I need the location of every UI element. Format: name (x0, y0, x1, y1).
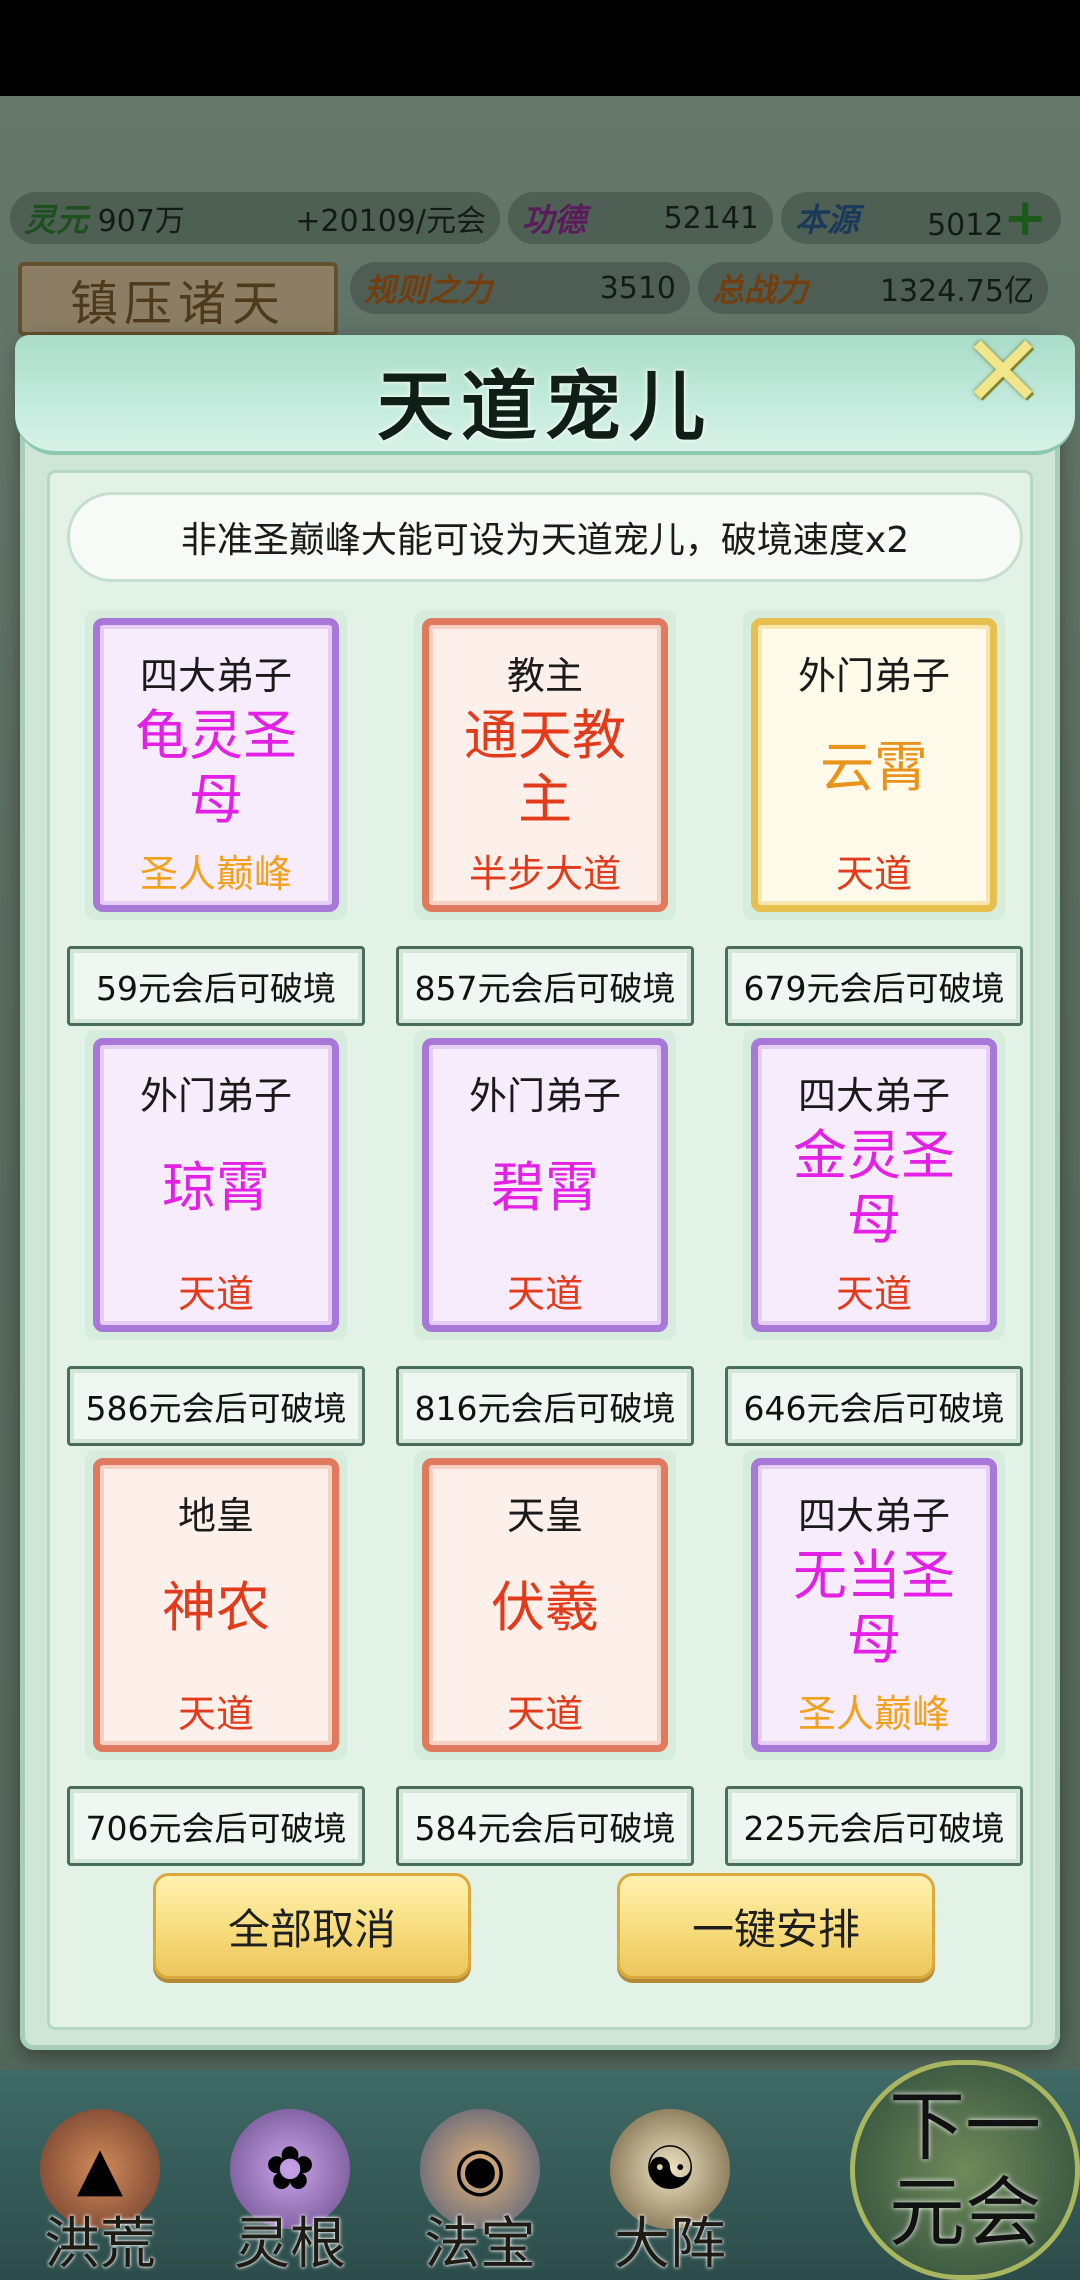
nav-label: 洪荒 (44, 2212, 156, 2277)
card-slot[interactable]: 外门弟子 琼霄 天道 586元会后可破境 (67, 1030, 365, 1450)
card-slot[interactable]: 教主 通天教主 半步大道 857元会后可破境 (396, 610, 694, 1030)
cancel-all-button[interactable]: 全部取消 (153, 1873, 471, 1979)
card-title: 外门弟子 (139, 1074, 292, 1118)
card-title: 地皇 (177, 1494, 254, 1538)
card-name: 伏羲 (491, 1576, 599, 1639)
card-level: 天道 (506, 1692, 583, 1736)
nav-dazhen[interactable]: ☯ 大阵 (580, 2090, 760, 2280)
card-slot[interactable]: 天皇 伏羲 天道 584元会后可破境 (396, 1450, 694, 1870)
breakthrough-time: 646元会后可破境 (725, 1366, 1023, 1446)
tiandao-dialog: 天道宠儿 ✕ 非准圣巅峰大能可设为天道宠儿，破境速度x2 四大弟子 龟灵圣母 圣… (15, 322, 1075, 2050)
card-frame: 四大弟子 无当圣母 圣人巅峰 (743, 1450, 1005, 1760)
breakthrough-time: 857元会后可破境 (396, 946, 694, 1026)
card-name: 龟灵圣母 (135, 704, 297, 831)
card-name: 无当圣母 (793, 1544, 955, 1671)
card-frame: 地皇 神农 天道 (85, 1450, 347, 1760)
card-slot[interactable]: 四大弟子 龟灵圣母 圣人巅峰 59元会后可破境 (67, 610, 365, 1030)
breakthrough-time: 816元会后可破境 (396, 1366, 694, 1446)
next-label-line2: 元会 (889, 2168, 1041, 2257)
disciple-card[interactable]: 四大弟子 无当圣母 圣人巅峰 (751, 1458, 997, 1752)
card-slot[interactable]: 地皇 神农 天道 706元会后可破境 (67, 1450, 365, 1870)
card-title: 天皇 (506, 1494, 583, 1538)
status-bar (0, 0, 1080, 96)
card-name: 通天教主 (464, 704, 626, 831)
card-name: 金灵圣母 (793, 1124, 955, 1251)
card-frame: 外门弟子 琼霄 天道 (85, 1030, 347, 1340)
card-level: 天道 (835, 852, 912, 896)
card-frame: 四大弟子 金灵圣母 天道 (743, 1030, 1005, 1340)
card-frame: 天皇 伏羲 天道 (414, 1450, 676, 1760)
card-slot[interactable]: 外门弟子 碧霄 天道 816元会后可破境 (396, 1030, 694, 1450)
card-name: 云霄 (820, 736, 928, 799)
disciple-card[interactable]: 外门弟子 碧霄 天道 (422, 1038, 668, 1332)
nav-label: 法宝 (424, 2212, 536, 2277)
card-slot[interactable]: 四大弟子 金灵圣母 天道 646元会后可破境 (725, 1030, 1023, 1450)
disciple-card[interactable]: 地皇 神农 天道 (93, 1458, 339, 1752)
card-level: 天道 (835, 1272, 912, 1316)
disciple-card[interactable]: 外门弟子 琼霄 天道 (93, 1038, 339, 1332)
nav-honghuang[interactable]: ▲ 洪荒 (10, 2090, 190, 2280)
card-slot[interactable]: 外门弟子 云霄 天道 679元会后可破境 (725, 610, 1023, 1030)
nav-fabao[interactable]: ◉ 法宝 (390, 2090, 570, 2280)
next-label-line1: 下一 (889, 2082, 1041, 2171)
card-name: 神农 (162, 1576, 270, 1639)
nav-linggen[interactable]: ✿ 灵根 (200, 2090, 380, 2280)
card-frame: 外门弟子 碧霄 天道 (414, 1030, 676, 1340)
disciple-card[interactable]: 外门弟子 云霄 天道 (751, 618, 997, 912)
card-level: 半步大道 (468, 852, 621, 896)
card-title: 四大弟子 (139, 654, 292, 698)
breakthrough-time: 225元会后可破境 (725, 1786, 1023, 1866)
nav-label: 灵根 (234, 2212, 346, 2277)
card-frame: 教主 通天教主 半步大道 (414, 610, 676, 920)
disciple-card[interactable]: 四大弟子 龟灵圣母 圣人巅峰 (93, 618, 339, 912)
card-level: 圣人巅峰 (139, 852, 292, 896)
notice-text: 非准圣巅峰大能可设为天道宠儿，破境速度x2 (67, 492, 1023, 582)
card-level: 圣人巅峰 (797, 1692, 950, 1736)
close-icon[interactable]: ✕ (959, 322, 1047, 422)
card-name: 碧霄 (491, 1156, 599, 1219)
card-title: 教主 (506, 654, 583, 698)
card-title: 四大弟子 (797, 1494, 950, 1538)
card-level: 天道 (177, 1272, 254, 1316)
card-name: 琼霄 (162, 1156, 270, 1219)
card-level: 天道 (177, 1692, 254, 1736)
card-title: 四大弟子 (797, 1074, 950, 1118)
disciple-card[interactable]: 天皇 伏羲 天道 (422, 1458, 668, 1752)
disciple-card[interactable]: 教主 通天教主 半步大道 (422, 618, 668, 912)
card-level: 天道 (506, 1272, 583, 1316)
card-title: 外门弟子 (797, 654, 950, 698)
breakthrough-time: 679元会后可破境 (725, 946, 1023, 1026)
dialog-title: 天道宠儿 (377, 362, 713, 451)
breakthrough-time: 586元会后可破境 (67, 1366, 365, 1446)
card-frame: 四大弟子 龟灵圣母 圣人巅峰 (85, 610, 347, 920)
auto-arrange-button[interactable]: 一键安排 (617, 1873, 935, 1979)
next-yuanhui-button[interactable]: 下一 元会 (850, 2060, 1080, 2280)
breakthrough-time: 706元会后可破境 (67, 1786, 365, 1866)
card-frame: 外门弟子 云霄 天道 (743, 610, 1005, 920)
breakthrough-time: 59元会后可破境 (67, 946, 365, 1026)
nav-label: 大阵 (614, 2212, 726, 2277)
card-title: 外门弟子 (468, 1074, 621, 1118)
breakthrough-time: 584元会后可破境 (396, 1786, 694, 1866)
card-slot[interactable]: 四大弟子 无当圣母 圣人巅峰 225元会后可破境 (725, 1450, 1023, 1870)
disciple-card[interactable]: 四大弟子 金灵圣母 天道 (751, 1038, 997, 1332)
